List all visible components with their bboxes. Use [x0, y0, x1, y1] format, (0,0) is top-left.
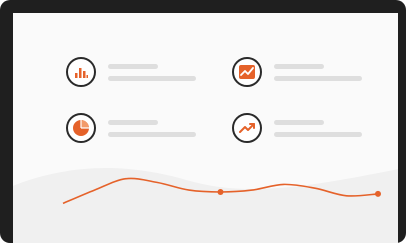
placeholder-line-long	[274, 131, 362, 137]
line-chart-icon	[232, 57, 262, 87]
dashboard-screen	[13, 13, 398, 243]
widget-line-chart[interactable]	[232, 57, 362, 87]
placeholder-line-short	[108, 119, 158, 125]
placeholder-line-short	[274, 119, 324, 125]
bar-chart-icon	[66, 57, 96, 87]
pie-chart-icon	[66, 113, 96, 143]
widget-text-placeholder	[274, 119, 362, 137]
placeholder-line-long	[108, 75, 196, 81]
trend-up-icon	[232, 113, 262, 143]
wave-background	[13, 168, 398, 243]
widget-text-placeholder	[274, 63, 362, 81]
widget-text-placeholder	[108, 63, 196, 81]
widget-pie-chart[interactable]	[66, 113, 196, 143]
data-point-marker-1	[217, 189, 224, 195]
placeholder-line-short	[108, 63, 158, 69]
widget-text-placeholder	[108, 119, 196, 137]
device-frame	[0, 0, 406, 243]
placeholder-line-long	[274, 75, 362, 81]
placeholder-line-long	[108, 131, 196, 137]
data-point-marker-2	[375, 190, 381, 197]
widget-trend[interactable]	[232, 113, 362, 143]
wave-line-chart	[13, 168, 398, 243]
placeholder-line-short	[274, 63, 324, 69]
widget-bar-chart[interactable]	[66, 57, 196, 87]
